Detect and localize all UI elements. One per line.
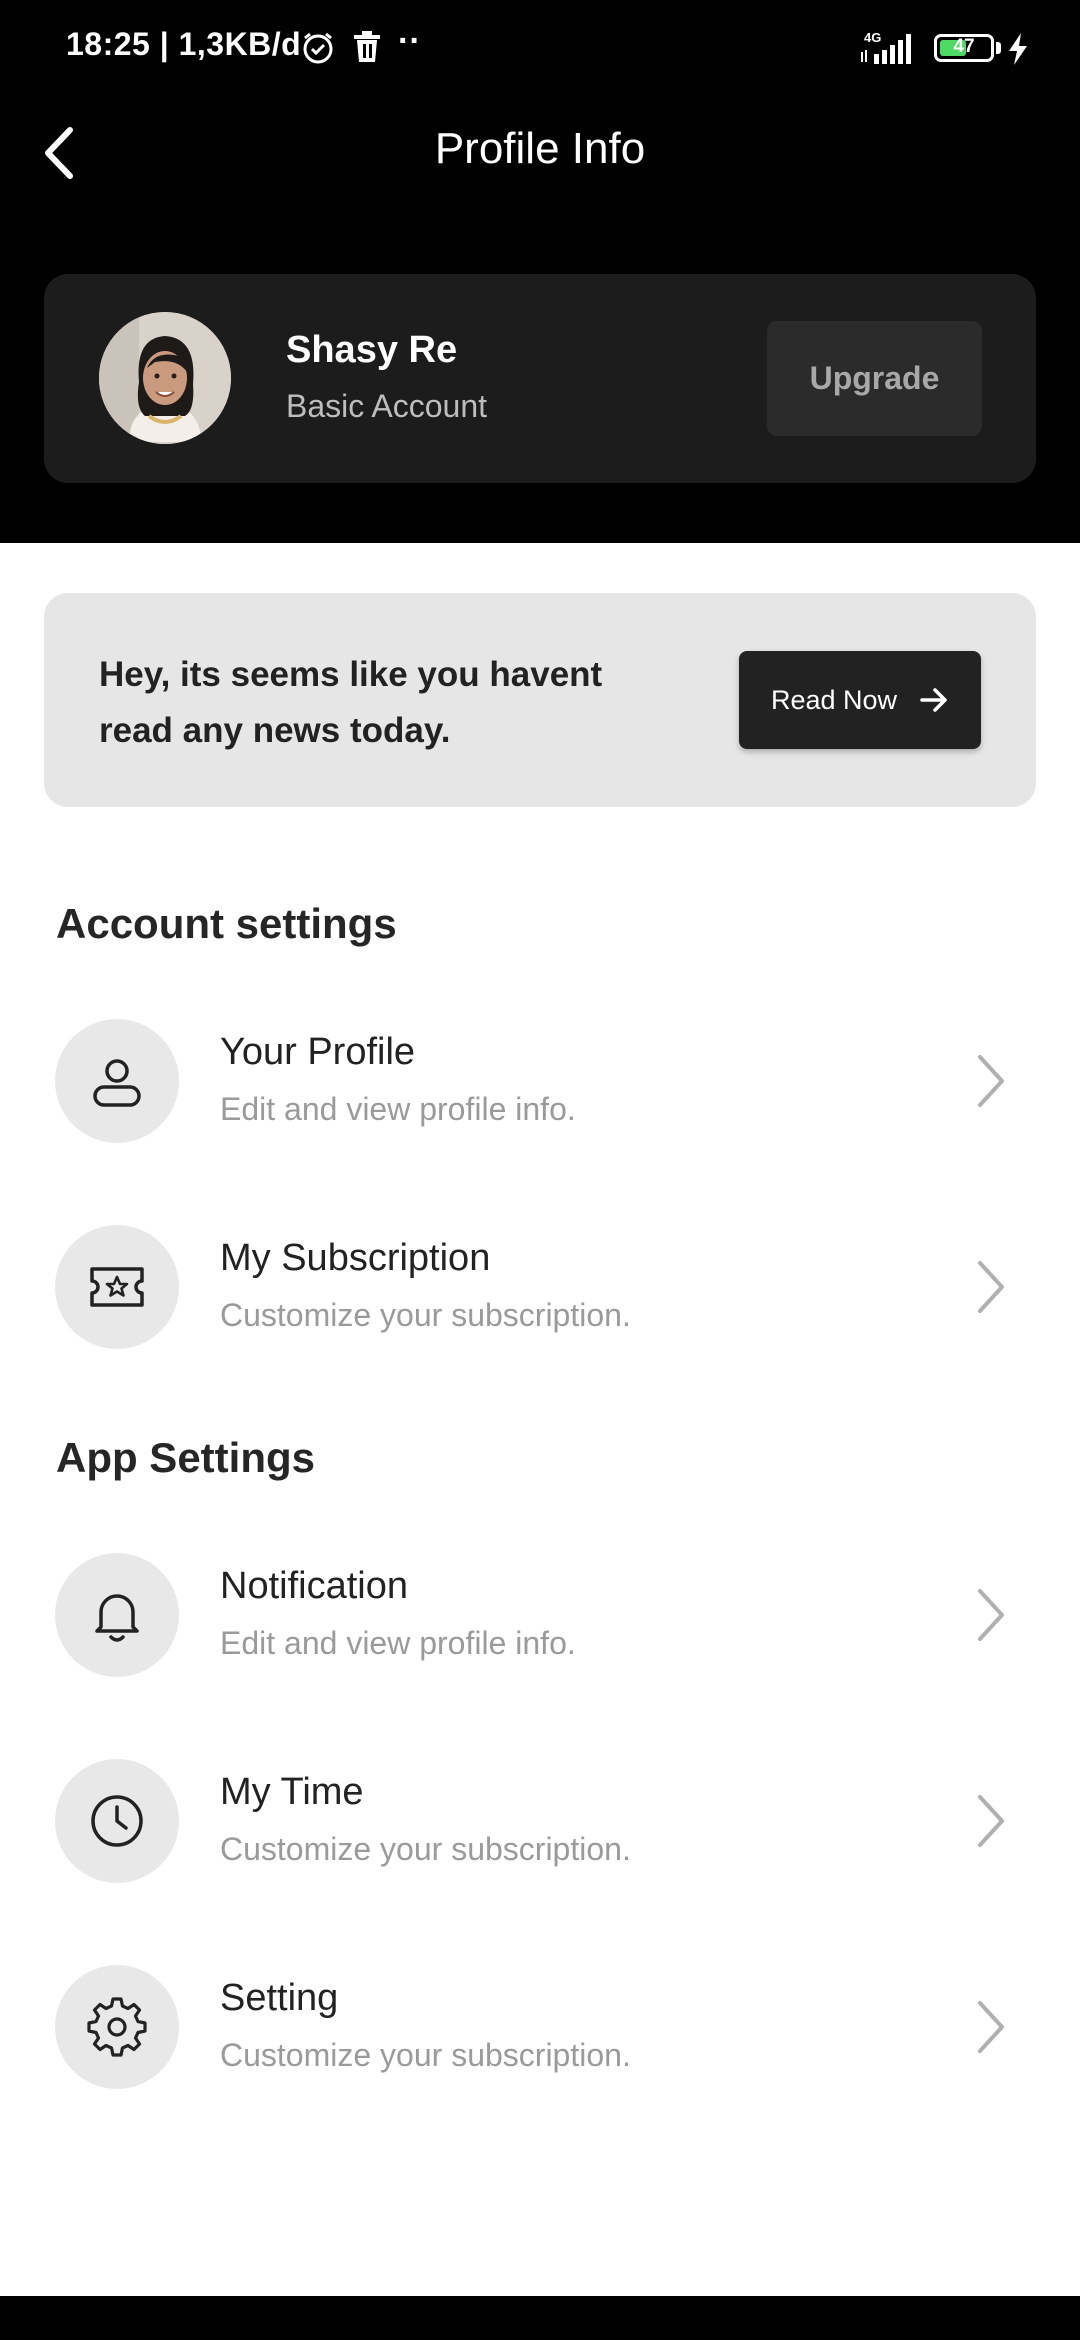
icon-circle bbox=[55, 1019, 179, 1143]
item-subtitle: Customize your subscription. bbox=[220, 1297, 631, 1333]
chevron-right-icon bbox=[978, 1589, 1004, 1641]
bell-icon bbox=[95, 1594, 139, 1642]
item-title: Your Profile bbox=[220, 1031, 416, 1073]
news-message: Hey, its seems like you havent read any … bbox=[99, 655, 603, 750]
menu-item-my-subscription[interactable]: My Subscription Customize your subscript… bbox=[0, 1225, 1080, 1349]
item-subtitle: Customize your subscription. bbox=[220, 2037, 631, 2073]
item-title: Notification bbox=[220, 1565, 408, 1607]
ticket-star-icon bbox=[90, 1267, 144, 1307]
chevron-right-icon bbox=[978, 1795, 1004, 1847]
account-settings-heading: Account settings bbox=[56, 900, 397, 947]
icon-circle bbox=[55, 1759, 179, 1883]
item-subtitle: Customize your subscription. bbox=[220, 1831, 631, 1867]
status-bar: 18:25 | 1,3KB/d ·· 4G 47 bbox=[0, 0, 1080, 96]
battery-icon: 47 bbox=[934, 34, 994, 62]
page-title: Profile Info bbox=[434, 124, 646, 173]
arrow-right-icon bbox=[920, 688, 947, 712]
navigation-bar bbox=[0, 2296, 1080, 2340]
item-title: Setting bbox=[220, 1977, 339, 2019]
trash-icon bbox=[352, 30, 382, 69]
chevron-right-icon bbox=[978, 2001, 1004, 2053]
user-name: Shasy Re bbox=[286, 329, 458, 371]
item-subtitle: Edit and view profile info. bbox=[220, 1091, 576, 1127]
user-icon bbox=[93, 1059, 141, 1107]
status-time: 18:25 | 1,3KB/d bbox=[66, 26, 302, 62]
battery-level: 47 bbox=[953, 36, 975, 57]
clock-icon bbox=[91, 1795, 143, 1847]
item-title: My Time bbox=[220, 1771, 364, 1813]
read-now-button[interactable]: Read Now bbox=[739, 651, 981, 749]
more-dots-icon: ·· bbox=[398, 22, 421, 60]
signal-icon: 4G bbox=[858, 28, 920, 71]
avatar[interactable] bbox=[99, 312, 231, 444]
menu-item-notification[interactable]: Notification Edit and view profile info. bbox=[0, 1553, 1080, 1677]
news-banner: Hey, its seems like you havent read any … bbox=[44, 593, 1036, 807]
menu-item-setting[interactable]: Setting Customize your subscription. bbox=[0, 1965, 1080, 2089]
chevron-right-icon bbox=[978, 1055, 1004, 1107]
icon-circle bbox=[55, 1965, 179, 2089]
item-title: My Subscription bbox=[220, 1237, 491, 1279]
account-type: Basic Account bbox=[286, 388, 487, 424]
upgrade-button[interactable]: Upgrade bbox=[767, 321, 982, 436]
charging-icon bbox=[1006, 32, 1030, 71]
icon-circle bbox=[55, 1225, 179, 1349]
menu-item-my-time[interactable]: My Time Customize your subscription. bbox=[0, 1759, 1080, 1883]
profile-card: Shasy Re Basic Account Upgrade bbox=[44, 274, 1036, 483]
menu-item-your-profile[interactable]: Your Profile Edit and view profile info. bbox=[0, 1019, 1080, 1143]
battery-cap bbox=[996, 42, 1001, 54]
chevron-right-icon bbox=[978, 1261, 1004, 1313]
read-now-label: Read Now bbox=[770, 684, 898, 715]
network-label: 4G bbox=[864, 30, 881, 45]
alarm-icon bbox=[300, 30, 336, 71]
item-subtitle: Edit and view profile info. bbox=[220, 1625, 576, 1661]
app-settings-heading: App Settings bbox=[56, 1434, 315, 1481]
icon-circle bbox=[55, 1553, 179, 1677]
gear-icon bbox=[87, 1997, 147, 2057]
